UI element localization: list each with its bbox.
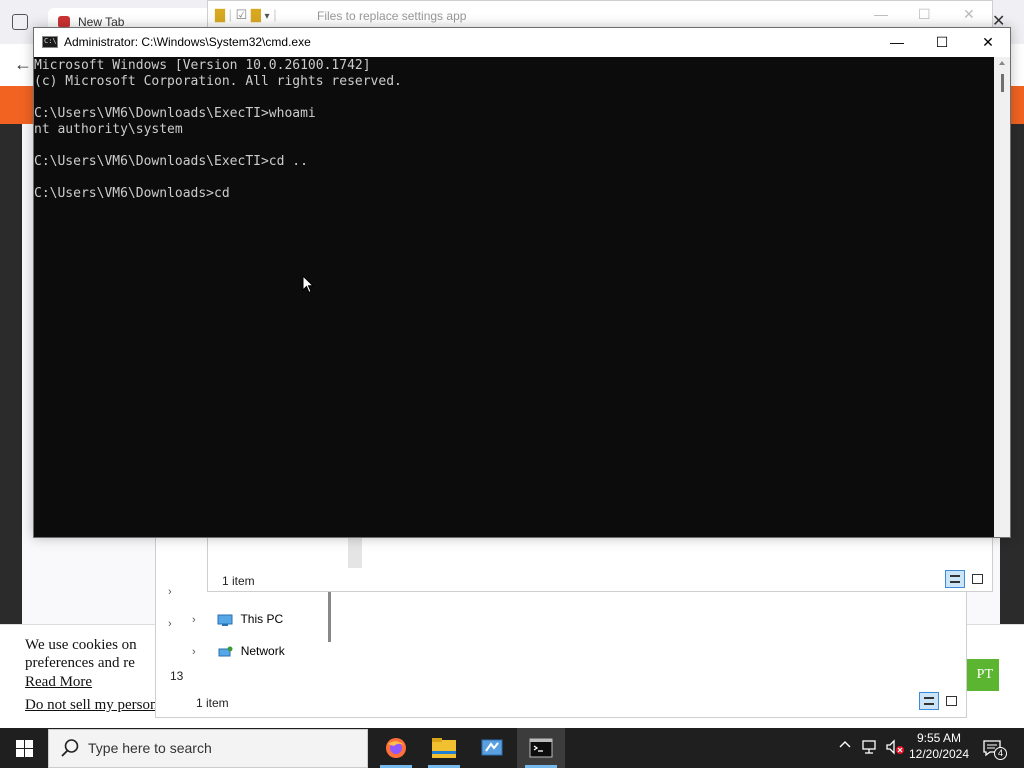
cmd-app-icon-label: C:\	[44, 37, 57, 45]
console-line: C:\Users\VM6\Downloads\ExecTI>whoami	[34, 106, 316, 121]
file-explorer-icon	[431, 737, 457, 762]
content-scrollbar[interactable]	[348, 538, 362, 568]
cmd-window-title: Administrator: C:\Windows\System32\cmd.e…	[64, 35, 311, 49]
chevron-right-icon[interactable]: ›	[168, 618, 172, 630]
quick-access-toolbar[interactable]: ▇ | ☑ ▇ ▾ |	[215, 7, 277, 23]
search-placeholder: Type here to search	[88, 740, 212, 756]
explorer-status-bar	[208, 570, 992, 591]
taskbar-app-file-explorer[interactable]	[420, 728, 468, 768]
control-panel-icon	[480, 737, 504, 762]
details-view-icon	[950, 575, 960, 583]
back-arrow-icon[interactable]: ←	[14, 54, 32, 75]
volume-muted-icon[interactable]	[885, 739, 905, 758]
chevron-right-icon[interactable]: ›	[192, 646, 206, 658]
nav-item-label: Network	[240, 644, 285, 658]
taskbar-app-control-panel[interactable]	[468, 728, 516, 768]
console-line: C:\Users\VM6\Downloads\ExecTI>cd ..	[34, 154, 308, 169]
network-status-icon[interactable]	[861, 739, 879, 758]
console-line: C:\Users\VM6\Downloads>cd	[34, 186, 230, 201]
taskbar-clock[interactable]: 9:55 AM 12/20/2024	[906, 731, 972, 761]
this-pc-icon	[217, 614, 233, 626]
read-more-link[interactable]: Read More	[25, 674, 92, 691]
folder-icon[interactable]: ▇	[215, 7, 225, 22]
maximize-icon[interactable]: ☐	[919, 29, 965, 55]
status-item-count: 1 item	[196, 696, 229, 710]
scroll-up-icon[interactable]	[999, 61, 1005, 65]
minimize-icon[interactable]: —	[874, 6, 888, 22]
details-view-button[interactable]	[945, 570, 965, 588]
windows-logo-icon	[16, 740, 33, 757]
taskbar-app-cmd[interactable]	[517, 728, 565, 768]
nav-item-this-pc[interactable]: › This PC	[192, 612, 283, 626]
explorer-window-title: Files to replace settings app	[317, 9, 467, 23]
console-line: nt authority\system	[34, 122, 183, 137]
console-scrollbar[interactable]	[994, 57, 1010, 537]
nav-item-label: This PC	[240, 612, 284, 626]
show-hidden-icons-chevron-up-icon[interactable]	[838, 738, 852, 755]
firefox-icon	[384, 736, 408, 763]
large-icons-view-icon	[946, 696, 957, 706]
maximize-icon[interactable]: ☐	[918, 6, 931, 23]
close-icon[interactable]: ✕	[965, 29, 1011, 55]
scrollbar-thumb[interactable]	[1001, 74, 1004, 92]
large-icons-view-icon	[972, 574, 983, 584]
details-view-icon	[924, 697, 934, 705]
partial-number: 13	[170, 669, 184, 683]
large-icons-view-button[interactable]	[941, 692, 961, 710]
chevron-right-icon[interactable]: ›	[192, 614, 206, 626]
nav-pane-scrollbar[interactable]	[328, 592, 331, 642]
nav-item-network[interactable]: › Network	[192, 644, 285, 658]
network-icon	[217, 646, 233, 658]
properties-icon[interactable]: ☑	[236, 7, 248, 22]
new-folder-icon[interactable]: ▇	[251, 7, 261, 22]
clock-time: 9:55 AM	[916, 731, 962, 745]
console-line: (c) Microsoft Corporation. All rights re…	[34, 74, 402, 89]
large-icons-view-button[interactable]	[967, 570, 987, 588]
chevron-right-icon[interactable]: ›	[168, 586, 172, 598]
clock-date: 12/20/2024	[908, 747, 970, 761]
page-left-panel	[0, 124, 22, 624]
details-view-button[interactable]	[919, 692, 939, 710]
search-icon	[60, 738, 80, 761]
start-button[interactable]	[0, 728, 48, 768]
mouse-pointer-icon	[302, 274, 315, 297]
status-item-count: 1 item	[222, 574, 255, 588]
explorer-status-bar	[182, 692, 966, 714]
chevron-down-icon[interactable]: ▾	[265, 11, 270, 22]
close-icon[interactable]: ✕	[963, 6, 975, 23]
minimize-icon[interactable]: —	[874, 29, 920, 55]
notification-count-badge: 4	[994, 747, 1007, 760]
cookie-text: We use cookies on preferences and re	[25, 637, 137, 671]
list-tabs-icon[interactable]	[12, 14, 28, 30]
taskbar-app-firefox[interactable]	[372, 728, 420, 768]
console-line: Microsoft Windows [Version 10.0.26100.17…	[34, 58, 371, 73]
cmd-icon	[529, 738, 553, 761]
